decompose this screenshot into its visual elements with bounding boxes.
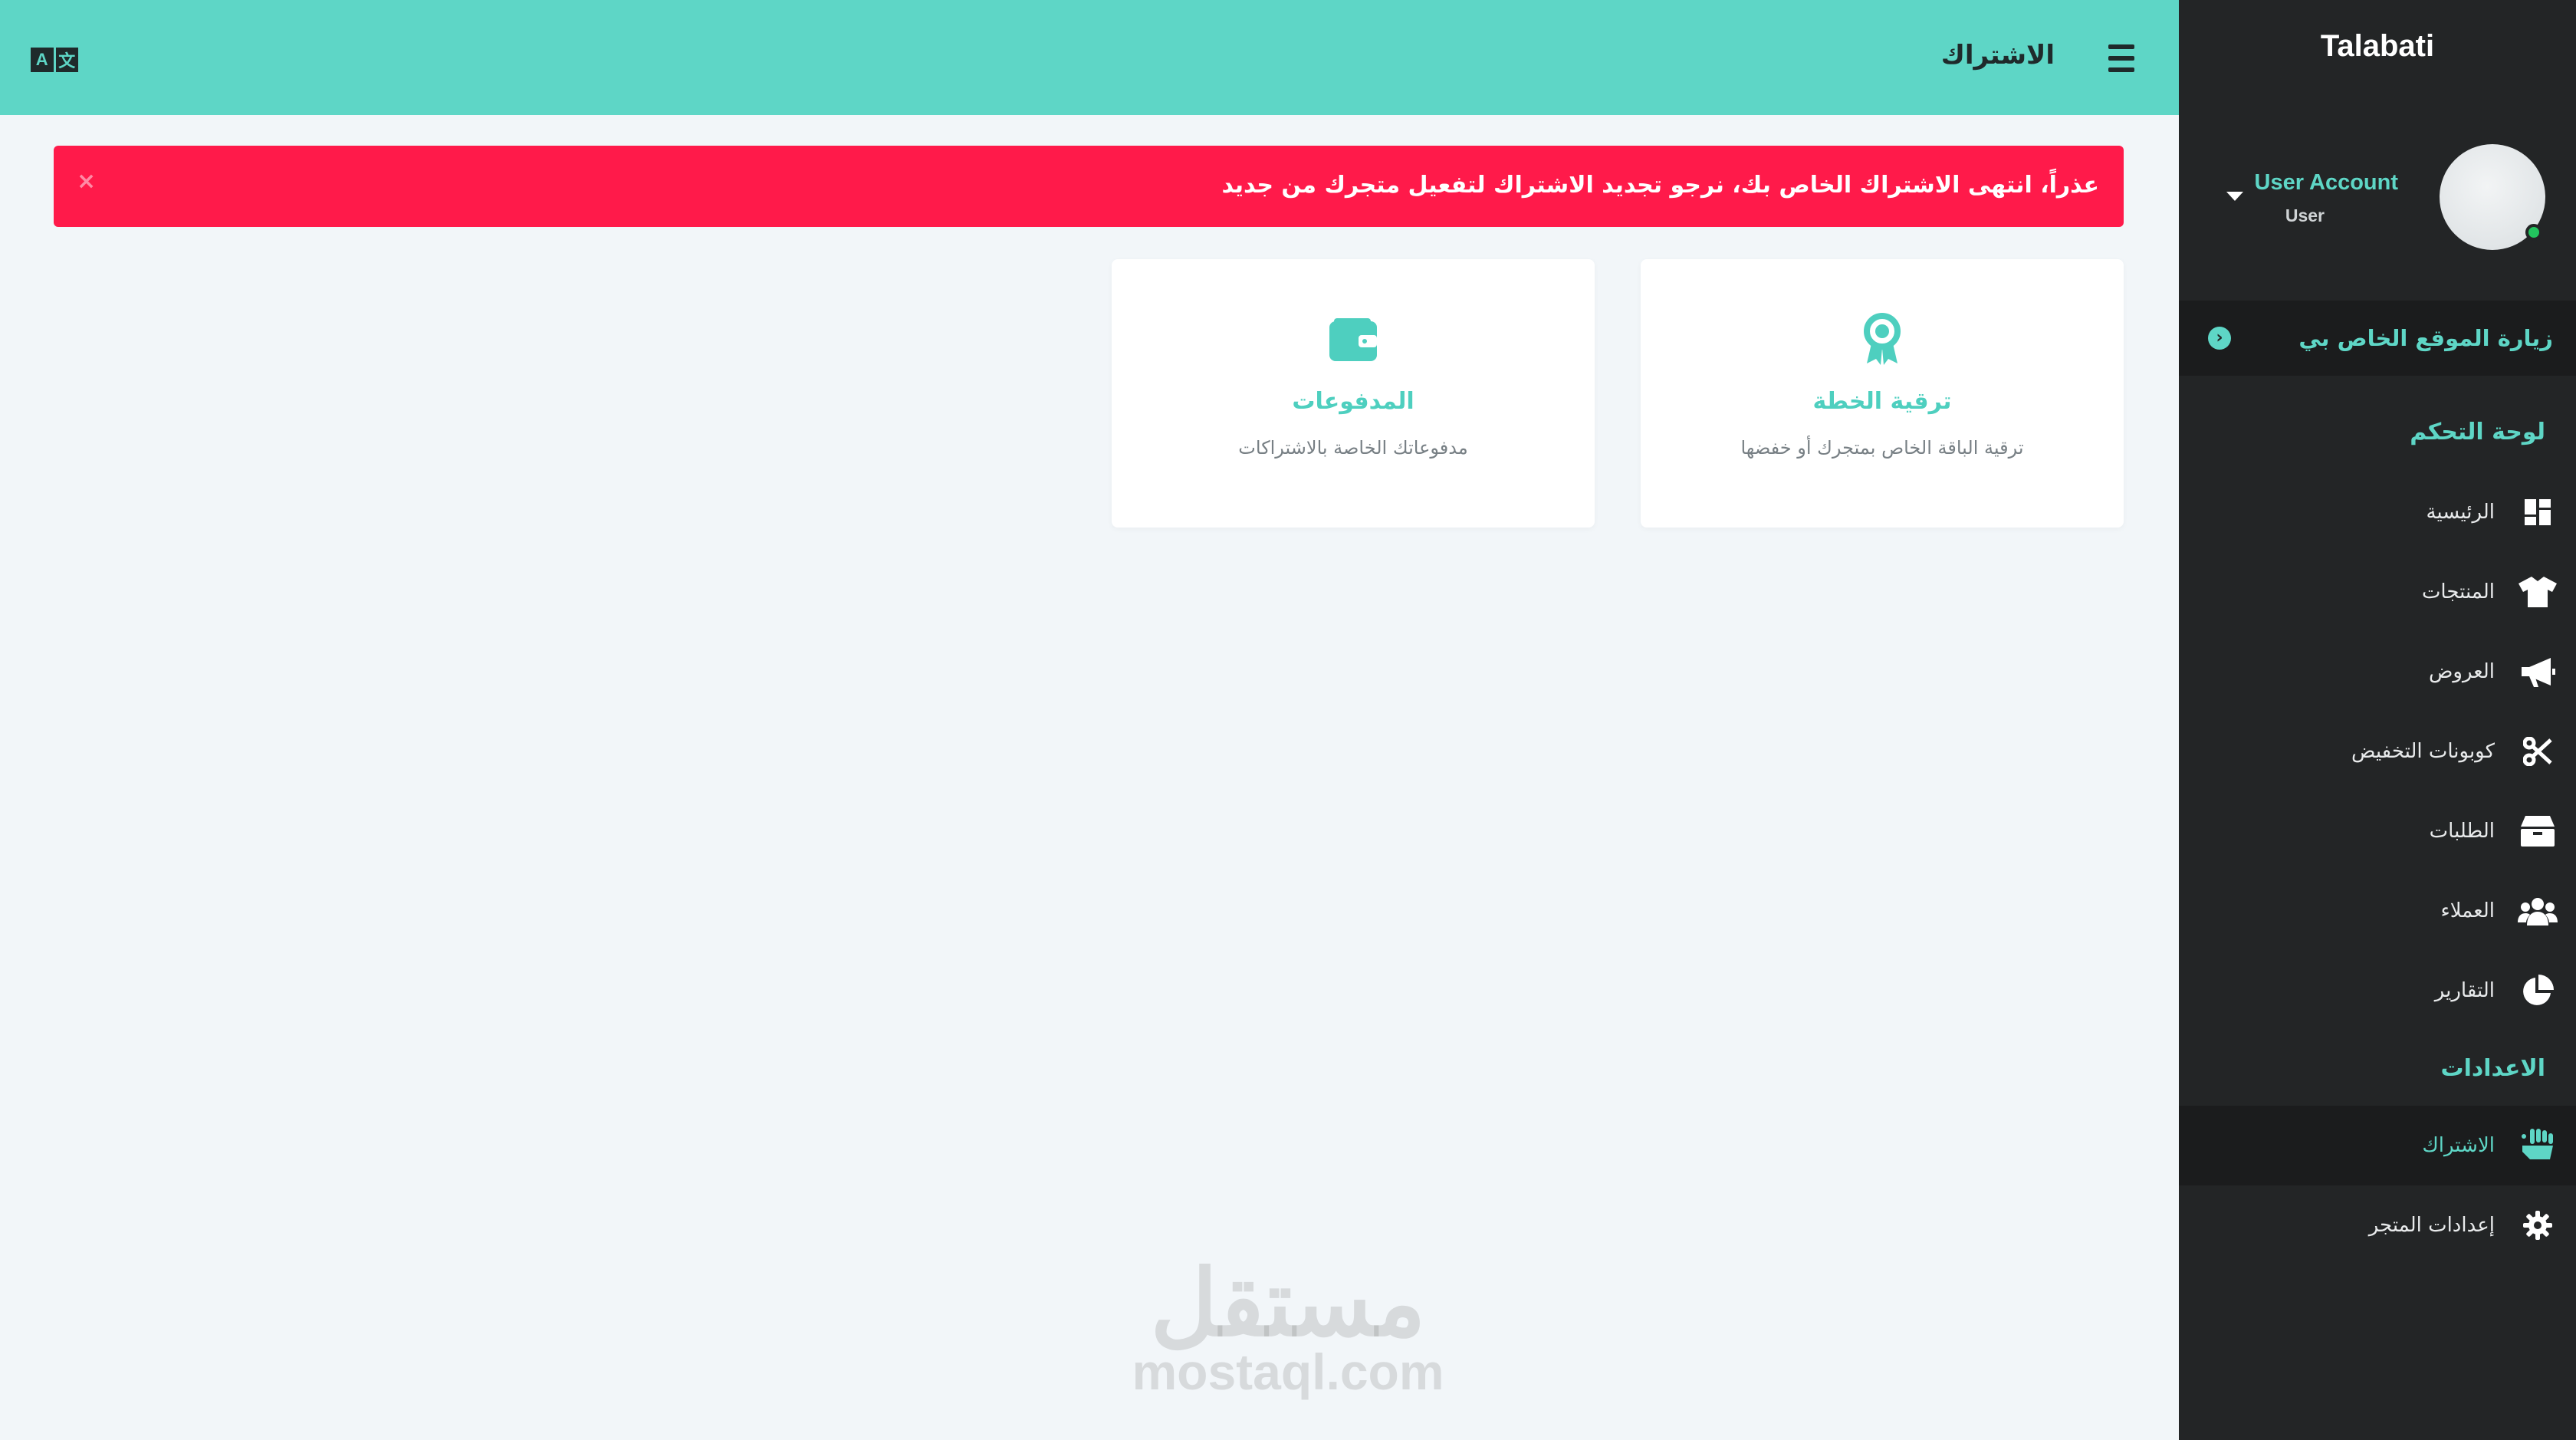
users-icon <box>2516 889 2559 932</box>
sidebar: Talabati User Account User زيارة الموقع … <box>2179 0 2576 1440</box>
sidebar-item-offers[interactable]: العروض <box>2179 632 2576 712</box>
sidebar-item-label: الرئيسية <box>2426 501 2495 524</box>
sidebar-item-orders[interactable]: الطلبات <box>2179 791 2576 871</box>
sidebar-item-label: الطلبات <box>2429 820 2495 843</box>
user-profile[interactable]: User Account User <box>2179 144 2576 252</box>
gear-icon <box>2516 1204 2559 1247</box>
section-title-settings: الاعدادات <box>2440 1055 2545 1082</box>
sidebar-item-label: الاشتراك <box>2422 1134 2495 1157</box>
scissors-icon <box>2516 730 2559 773</box>
sidebar-item-label: المنتجات <box>2421 580 2495 603</box>
user-name: User Account <box>2254 170 2398 195</box>
online-status-dot <box>2525 224 2542 241</box>
megaphone-icon <box>2516 650 2559 693</box>
sidebar-item-coupons[interactable]: كوبونات التخفيض <box>2179 712 2576 791</box>
sidebar-item-label: التقارير <box>2434 979 2495 1002</box>
watermark-latin: mostaql.com <box>1132 1343 1444 1400</box>
card-title: ترقية الخطة <box>1812 388 1952 415</box>
visit-site-link[interactable]: زيارة الموقع الخاص بي ‹ <box>2179 301 2576 376</box>
sidebar-item-customers[interactable]: العملاء <box>2179 871 2576 951</box>
section-title-dashboard: لوحة التحكم <box>2410 419 2545 445</box>
language-icon-cjk: 文 <box>55 48 78 72</box>
brand-logo[interactable]: Talabati <box>2179 29 2576 64</box>
sidebar-item-label: إعدادات المتجر <box>2368 1214 2495 1237</box>
wallet-icon <box>1326 313 1380 367</box>
sidebar-item-products[interactable]: المنتجات <box>2179 552 2576 632</box>
sidebar-item-label: العملاء <box>2440 899 2495 922</box>
sidebar-item-store-settings[interactable]: إعدادات المتجر <box>2179 1185 2576 1265</box>
app-root: A 文 الاشتراك عذراً، انتهى الاشتراك الخاص… <box>0 0 2576 1440</box>
user-role: User <box>2285 205 2325 225</box>
hamburger-menu-icon[interactable] <box>2108 44 2134 72</box>
mostaql-watermark: مستقل mostaql.com <box>1127 1258 1449 1397</box>
award-icon <box>1855 313 1909 367</box>
card-title: المدفوعات <box>1292 388 1414 415</box>
payments-card[interactable]: المدفوعات مدفوعاتك الخاصة بالاشتراكات <box>1112 259 1595 528</box>
subscription-expired-alert: عذراً، انتهى الاشتراك الخاص بك، نرجو تجد… <box>54 146 2124 227</box>
sidebar-item-home[interactable]: الرئيسية <box>2179 472 2576 552</box>
card-description: ترقية الباقة الخاص بمتجرك أو خفضها <box>1740 437 2024 459</box>
box-icon <box>2516 810 2559 853</box>
caret-down-icon[interactable] <box>2226 192 2243 201</box>
hand-holding-icon <box>2516 1124 2559 1167</box>
arrow-circle-left-icon: ‹ <box>2208 327 2231 350</box>
sidebar-item-label: كوبونات التخفيض <box>2351 740 2495 763</box>
dashboard-icon <box>2516 491 2559 534</box>
page-title: الاشتراك <box>1940 40 2055 71</box>
sidebar-item-label: العروض <box>2428 660 2495 683</box>
avatar[interactable] <box>2440 144 2545 250</box>
upgrade-plan-card[interactable]: ترقية الخطة ترقية الباقة الخاص بمتجرك أو… <box>1641 259 2124 528</box>
alert-close-button[interactable]: × <box>77 170 96 193</box>
topbar: A 文 الاشتراك <box>0 0 2179 115</box>
sidebar-item-subscription[interactable]: الاشتراك <box>2179 1106 2576 1185</box>
visit-site-label: زيارة الموقع الخاص بي <box>2298 325 2553 351</box>
card-description: مدفوعاتك الخاصة بالاشتراكات <box>1238 437 1468 459</box>
tshirt-icon <box>2516 570 2559 613</box>
language-icon-latin: A <box>31 48 54 72</box>
watermark-arabic: مستقل <box>1150 1252 1426 1355</box>
pie-chart-icon <box>2516 969 2559 1012</box>
language-switch-icon[interactable]: A 文 <box>31 48 78 72</box>
sidebar-item-reports[interactable]: التقارير <box>2179 951 2576 1031</box>
alert-message: عذراً، انتهى الاشتراك الخاص بك، نرجو تجد… <box>1221 172 2099 199</box>
